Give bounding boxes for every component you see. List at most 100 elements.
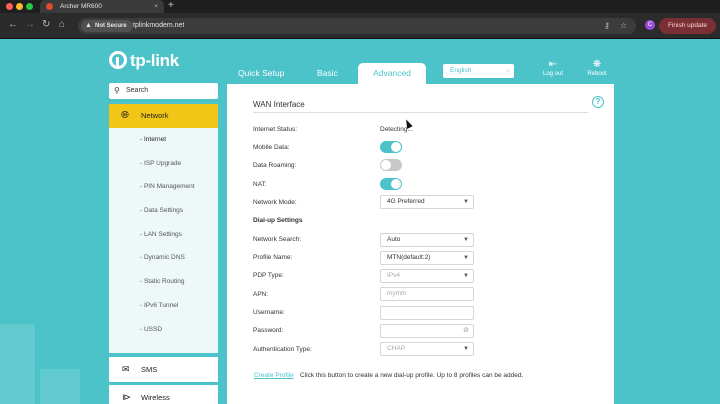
logout-button[interactable]: ⇤ Log out xyxy=(538,59,568,77)
mobile-data-label: Mobile Data: xyxy=(253,144,290,151)
logout-label: Log out xyxy=(542,71,564,77)
apn-value: mymtn xyxy=(387,290,407,297)
tab-quick-setup[interactable]: Quick Setup xyxy=(238,68,284,78)
chevron-down-icon: ▼ xyxy=(463,199,469,205)
network-mode-select[interactable]: 4G Preferred ▼ xyxy=(380,195,474,209)
sidebar-item-internet[interactable]: - Internet xyxy=(109,128,218,152)
chevron-down-icon: ▼ xyxy=(463,346,469,352)
username-label: Username: xyxy=(253,309,285,316)
nat-toggle[interactable] xyxy=(380,178,402,190)
data-roaming-toggle[interactable] xyxy=(380,159,402,171)
forward-icon[interactable]: → xyxy=(25,19,35,31)
maximize-window-icon[interactable] xyxy=(26,3,33,10)
pdp-type-label: PDP Type: xyxy=(253,272,284,279)
sidebar-item-ipv6-tunnel[interactable]: - IPv6 Tunnel xyxy=(109,294,218,318)
internet-status-label: Internet Status: xyxy=(253,126,298,133)
background-decoration xyxy=(40,369,80,404)
browser-tab-bar: Archer MR600 × + xyxy=(0,0,720,13)
sidebar-item-network[interactable]: 🌐︎ Network xyxy=(109,104,218,128)
url-text[interactable]: tplinkmodem.net xyxy=(133,18,184,34)
search-placeholder: Search xyxy=(126,87,149,94)
background-decoration xyxy=(0,324,35,404)
tab-basic[interactable]: Basic xyxy=(317,68,338,78)
back-icon[interactable]: ← xyxy=(8,19,18,31)
password-label: Password: xyxy=(253,327,284,334)
chevron-down-icon: ⌵ xyxy=(505,67,510,74)
create-profile-note: Click this button to create a new dial-u… xyxy=(300,372,524,379)
sidebar-item-isp-upgrade[interactable]: - ISP Upgrade xyxy=(109,152,218,176)
sidebar-item-label: SMS xyxy=(141,365,158,374)
reboot-icon: ❋ xyxy=(592,59,602,70)
tab-title: Archer MR600 xyxy=(60,3,102,10)
chevron-down-icon: ▼ xyxy=(463,255,469,261)
sidebar-item-wireless[interactable]: ⧐ Wireless xyxy=(109,385,218,404)
not-secure-label: Not Secure xyxy=(95,23,127,29)
pdp-type-select[interactable]: IPv4 ▼ xyxy=(380,269,474,283)
sidebar-item-ussd[interactable]: - USSD xyxy=(109,318,218,342)
sidebar-item-sms[interactable]: ✉ SMS xyxy=(109,357,218,382)
apn-field[interactable]: mymtn xyxy=(380,287,474,301)
sidebar-item-static-routing[interactable]: - Static Routing xyxy=(109,270,218,294)
address-bar[interactable]: ▲ Not Secure tplinkmodem.net ⚷ ☆ xyxy=(78,18,636,34)
wifi-icon: ⧐ xyxy=(122,392,131,402)
chevron-down-icon: ▼ xyxy=(463,273,469,279)
network-mode-label: Network Mode: xyxy=(253,199,297,206)
profile-name-value: MTN(default:2) xyxy=(387,254,431,261)
home-icon[interactable]: ⌂ xyxy=(59,19,65,31)
reload-icon[interactable]: ↻ xyxy=(42,19,50,31)
browser-toolbar: ← → ↻ ⌂ ▲ Not Secure tplinkmodem.net ⚷ ☆ xyxy=(0,13,720,39)
close-window-icon[interactable] xyxy=(6,3,13,10)
create-profile-link[interactable]: Create Profile xyxy=(254,372,294,379)
help-icon[interactable]: ? xyxy=(592,96,604,108)
close-tab-icon[interactable]: × xyxy=(154,0,158,13)
language-value: English xyxy=(450,67,472,74)
network-search-select[interactable]: Auto ▼ xyxy=(380,233,474,247)
dialup-settings-heading: Dial-up Settings xyxy=(253,217,303,224)
eye-off-icon[interactable]: ⊘ xyxy=(463,325,469,337)
data-roaming-label: Data Roaming: xyxy=(253,162,297,169)
mobile-data-toggle[interactable] xyxy=(380,141,402,153)
bookmark-star-icon[interactable]: ☆ xyxy=(620,21,627,31)
network-search-value: Auto xyxy=(387,236,401,243)
logout-icon: ⇤ xyxy=(548,59,558,70)
page-title: WAN Interface xyxy=(253,100,305,109)
browser-tab[interactable]: Archer MR600 × xyxy=(40,0,164,13)
toggle-knob xyxy=(391,142,401,152)
router-page: tp-link Quick Setup Basic Advanced Engli… xyxy=(0,39,720,404)
logo-text: tp-link xyxy=(130,51,179,70)
sidebar-item-pin-management[interactable]: - PIN Management xyxy=(109,175,218,199)
favicon-icon xyxy=(46,3,53,10)
sidebar-item-dynamic-dns[interactable]: - Dynamic DNS xyxy=(109,246,218,270)
reboot-button[interactable]: ❋ Reboot xyxy=(582,59,612,77)
finish-update-button[interactable]: Finish update xyxy=(659,18,716,34)
sidebar-network-section: 🌐︎ Network - Internet - ISP Upgrade - PI… xyxy=(109,104,218,353)
title-divider xyxy=(253,112,588,113)
wan-interface-panel: WAN Interface ? Internet Status: Detecti… xyxy=(227,84,614,404)
sidebar-item-label: Wireless xyxy=(141,393,170,402)
username-field[interactable] xyxy=(380,306,474,320)
profile-name-label: Profile Name: xyxy=(253,254,293,261)
chevron-down-icon: ▼ xyxy=(463,237,469,243)
profile-avatar[interactable]: C xyxy=(645,20,655,30)
tab-advanced[interactable]: Advanced xyxy=(358,63,426,84)
key-icon[interactable]: ⚷ xyxy=(604,21,610,31)
minimize-window-icon[interactable] xyxy=(16,3,23,10)
pdp-type-value: IPv4 xyxy=(387,272,401,279)
profile-name-select[interactable]: MTN(default:2) ▼ xyxy=(380,251,474,265)
language-select[interactable]: English ⌵ xyxy=(443,64,514,78)
envelope-icon: ✉ xyxy=(122,364,130,374)
network-search-label: Network Search: xyxy=(253,236,302,243)
search-icon: ⚲ xyxy=(114,86,120,95)
password-field[interactable]: ⊘ xyxy=(380,324,474,338)
search-input[interactable]: ⚲ Search xyxy=(109,83,218,99)
sidebar-item-lan-settings[interactable]: - LAN Settings xyxy=(109,223,218,247)
new-tab-button[interactable]: + xyxy=(168,0,174,12)
toggle-knob xyxy=(381,160,391,170)
globe-icon: 🌐︎ xyxy=(121,110,129,121)
reboot-label: Reboot xyxy=(587,71,607,77)
not-secure-badge[interactable]: ▲ Not Secure xyxy=(81,20,133,32)
authentication-type-select[interactable]: CHAP ▼ xyxy=(380,342,474,356)
toggle-knob xyxy=(391,179,401,189)
authentication-type-label: Authentication Type: xyxy=(253,346,312,353)
sidebar-item-data-settings[interactable]: - Data Settings xyxy=(109,199,218,223)
